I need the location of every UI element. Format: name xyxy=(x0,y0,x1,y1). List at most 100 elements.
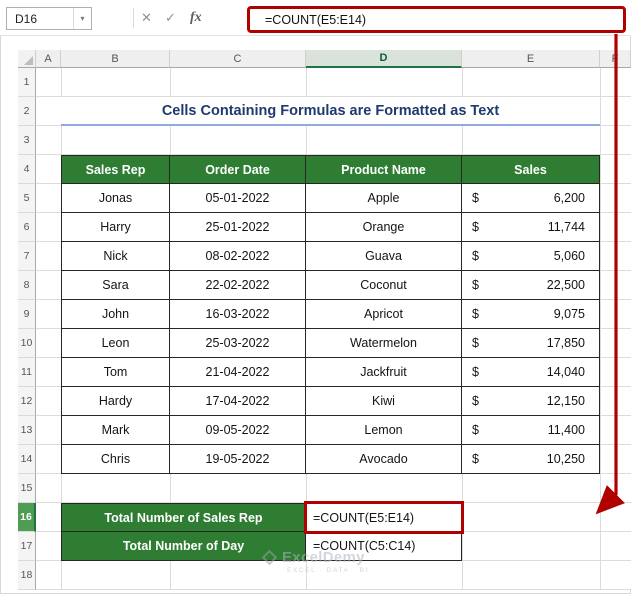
row-header-12[interactable]: 12 xyxy=(18,387,36,416)
cell-B6[interactable]: Harry xyxy=(61,213,170,242)
column-header-D-selected[interactable]: D xyxy=(306,50,462,68)
cell-B13[interactable]: Mark xyxy=(61,416,170,445)
sales-amount: 10,250 xyxy=(547,452,585,466)
cell-B8[interactable]: Sara xyxy=(61,271,170,300)
row-header-8[interactable]: 8 xyxy=(18,271,36,300)
currency-symbol: $ xyxy=(472,452,479,466)
row-header-3[interactable]: 3 xyxy=(18,126,36,155)
cell-E7[interactable]: $ 5,060 xyxy=(462,242,600,271)
cell-D11[interactable]: Jackfruit xyxy=(306,358,462,387)
row-header-17[interactable]: 17 xyxy=(18,532,36,561)
cell-E8[interactable]: $ 22,500 xyxy=(462,271,600,300)
cell-B11[interactable]: Tom xyxy=(61,358,170,387)
row-header-10[interactable]: 10 xyxy=(18,329,36,358)
cell-E14[interactable]: $ 10,250 xyxy=(462,445,600,474)
cell-B7[interactable]: Nick xyxy=(61,242,170,271)
cell-C8[interactable]: 22-02-2022 xyxy=(170,271,306,300)
row-header-14[interactable]: 14 xyxy=(18,445,36,474)
cell-B12[interactable]: Hardy xyxy=(61,387,170,416)
currency-symbol: $ xyxy=(472,336,479,350)
cell-D5[interactable]: Apple xyxy=(306,184,462,213)
excel-window: D16 ▾ ✕ ✓ fx =COUNT(E5:E14) A B C D E F … xyxy=(0,0,631,594)
sales-amount: 6,200 xyxy=(554,191,585,205)
cell-C12[interactable]: 17-04-2022 xyxy=(170,387,306,416)
cell-D12[interactable]: Kiwi xyxy=(306,387,462,416)
cell-D7[interactable]: Guava xyxy=(306,242,462,271)
name-box-value: D16 xyxy=(7,12,73,26)
row-header-2[interactable]: 2 xyxy=(18,97,36,126)
cell-B5[interactable]: Jonas xyxy=(61,184,170,213)
sales-amount: 17,850 xyxy=(547,336,585,350)
sheet-title[interactable]: Cells Containing Formulas are Formatted … xyxy=(61,97,600,126)
cell-B4-header-sales-rep[interactable]: Sales Rep xyxy=(61,155,170,184)
sales-amount: 14,040 xyxy=(547,365,585,379)
cancel-icon[interactable]: ✕ xyxy=(141,0,152,36)
cell-D10[interactable]: Watermelon xyxy=(306,329,462,358)
cell-C5[interactable]: 05-01-2022 xyxy=(170,184,306,213)
currency-symbol: $ xyxy=(472,191,479,205)
cell-E4-header-sales[interactable]: Sales xyxy=(462,155,600,184)
sales-amount: 11,400 xyxy=(548,423,585,437)
currency-symbol: $ xyxy=(472,278,479,292)
row-header-15[interactable]: 15 xyxy=(18,474,36,503)
column-header-F[interactable]: F xyxy=(600,50,631,68)
currency-symbol: $ xyxy=(472,220,479,234)
row-header-16-selected[interactable]: 16 xyxy=(18,503,36,532)
currency-symbol: $ xyxy=(472,365,479,379)
name-box[interactable]: D16 ▾ xyxy=(6,7,92,30)
cell-D4-header-product-name[interactable]: Product Name xyxy=(306,155,462,184)
column-header-A[interactable]: A xyxy=(36,50,61,68)
cell-C4-header-order-date[interactable]: Order Date xyxy=(170,155,306,184)
cell-D16-selected-formula[interactable]: =COUNT(E5:E14) xyxy=(306,503,462,532)
cell-C7[interactable]: 08-02-2022 xyxy=(170,242,306,271)
cell-D13[interactable]: Lemon xyxy=(306,416,462,445)
sales-amount: 5,060 xyxy=(554,249,585,263)
cell-E5[interactable]: $ 6,200 xyxy=(462,184,600,213)
cell-B10[interactable]: Leon xyxy=(61,329,170,358)
select-all-button[interactable] xyxy=(18,50,36,68)
column-header-C[interactable]: C xyxy=(170,50,306,68)
cell-C14[interactable]: 19-05-2022 xyxy=(170,445,306,474)
cell-B17-total-day-label[interactable]: Total Number of Day xyxy=(61,532,306,561)
cell-E6[interactable]: $ 11,744 xyxy=(462,213,600,242)
cell-D8[interactable]: Coconut xyxy=(306,271,462,300)
insert-function-icon[interactable]: fx xyxy=(190,0,202,36)
cell-C6[interactable]: 25-01-2022 xyxy=(170,213,306,242)
column-header-E[interactable]: E xyxy=(462,50,600,68)
cell-D17-formula[interactable]: =COUNT(C5:C14) xyxy=(306,532,462,561)
cell-E10[interactable]: $ 17,850 xyxy=(462,329,600,358)
cell-D6[interactable]: Orange xyxy=(306,213,462,242)
formula-toolbar: D16 ▾ ✕ ✓ fx =COUNT(E5:E14) xyxy=(0,0,631,36)
currency-symbol: $ xyxy=(472,249,479,263)
cell-B14[interactable]: Chris xyxy=(61,445,170,474)
spreadsheet-grid: A B C D E F 1 2 3 4 5 6 7 8 9 10 11 12 1… xyxy=(18,50,631,590)
row-header-13[interactable]: 13 xyxy=(18,416,36,445)
cell-E13[interactable]: $ 11,400 xyxy=(462,416,600,445)
chevron-down-icon[interactable]: ▾ xyxy=(73,8,91,29)
row-header-5[interactable]: 5 xyxy=(18,184,36,213)
row-header-7[interactable]: 7 xyxy=(18,242,36,271)
cell-D9[interactable]: Apricot xyxy=(306,300,462,329)
row-header-11[interactable]: 11 xyxy=(18,358,36,387)
row-header-18[interactable]: 18 xyxy=(18,561,36,590)
currency-symbol: $ xyxy=(472,307,479,321)
row-header-4[interactable]: 4 xyxy=(18,155,36,184)
cell-E11[interactable]: $ 14,040 xyxy=(462,358,600,387)
cell-B9[interactable]: John xyxy=(61,300,170,329)
formula-bar-text: =COUNT(E5:E14) xyxy=(265,13,366,27)
cell-B16-total-sales-rep-label[interactable]: Total Number of Sales Rep xyxy=(61,503,306,532)
cell-E9[interactable]: $ 9,075 xyxy=(462,300,600,329)
cell-E12[interactable]: $ 12,150 xyxy=(462,387,600,416)
cell-C9[interactable]: 16-03-2022 xyxy=(170,300,306,329)
row-header-1[interactable]: 1 xyxy=(18,68,36,97)
cell-C13[interactable]: 09-05-2022 xyxy=(170,416,306,445)
cell-D14[interactable]: Avocado xyxy=(306,445,462,474)
cell-C11[interactable]: 21-04-2022 xyxy=(170,358,306,387)
formula-bar[interactable]: =COUNT(E5:E14) xyxy=(247,6,626,33)
column-header-B[interactable]: B xyxy=(61,50,170,68)
cell-C10[interactable]: 25-03-2022 xyxy=(170,329,306,358)
row-header-6[interactable]: 6 xyxy=(18,213,36,242)
sales-amount: 12,150 xyxy=(547,394,585,408)
checkmark-icon[interactable]: ✓ xyxy=(165,0,176,36)
row-header-9[interactable]: 9 xyxy=(18,300,36,329)
